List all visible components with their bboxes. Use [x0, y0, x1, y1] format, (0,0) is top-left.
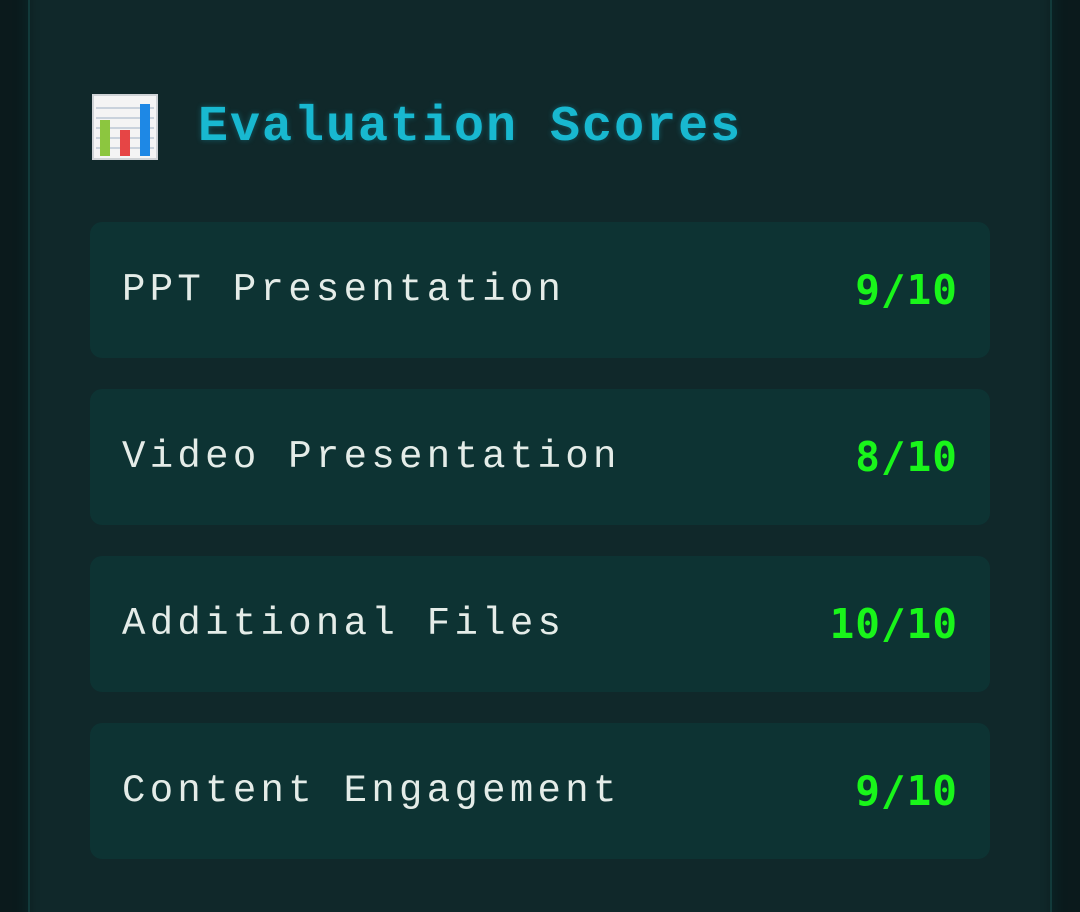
bar-chart-icon	[92, 94, 158, 160]
section-heading: Evaluation Scores	[92, 92, 742, 162]
score-value: 10/10	[829, 600, 958, 648]
score-list: PPT Presentation 9/10 Video Presentation…	[90, 222, 990, 890]
score-value: 9/10	[855, 266, 958, 314]
score-label: Additional Files	[122, 602, 566, 646]
score-row-content-engagement: Content Engagement 9/10	[90, 723, 990, 859]
score-label: Content Engagement	[122, 769, 621, 813]
page: Evaluation Scores PPT Presentation 9/10 …	[0, 0, 1080, 912]
page-title: Evaluation Scores	[198, 98, 743, 156]
score-row-ppt-presentation: PPT Presentation 9/10	[90, 222, 990, 358]
score-row-video-presentation: Video Presentation 8/10	[90, 389, 990, 525]
score-label: PPT Presentation	[122, 268, 566, 312]
score-value: 9/10	[855, 767, 958, 815]
score-row-additional-files: Additional Files 10/10	[90, 556, 990, 692]
score-value: 8/10	[855, 433, 958, 481]
score-label: Video Presentation	[122, 435, 621, 479]
